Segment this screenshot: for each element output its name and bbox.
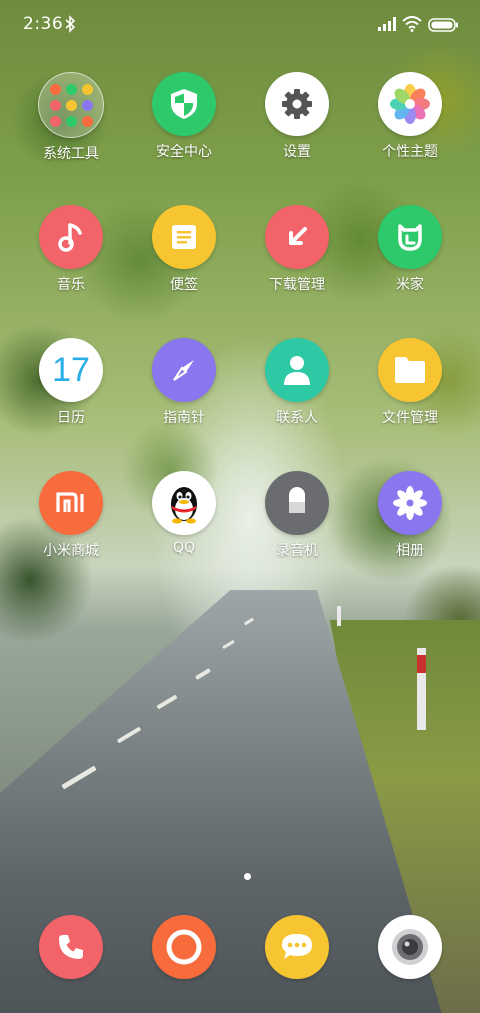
dock-camera[interactable] (378, 915, 442, 979)
app-settings[interactable]: 设置 (241, 72, 353, 161)
browser-ring-icon (166, 929, 202, 965)
roadside-post-small (337, 606, 341, 626)
music-note-icon (39, 205, 103, 269)
notes-icon (152, 205, 216, 269)
app-themes[interactable]: 个性主题 (354, 72, 466, 161)
status-bar: 2:36 (0, 0, 480, 52)
app-mijia[interactable]: 米家 (354, 205, 466, 294)
shield-icon (152, 72, 216, 136)
app-label: 文件管理 (382, 410, 438, 426)
mi-logo-icon (39, 471, 103, 535)
app-label: 录音机 (276, 543, 318, 559)
app-label: 便签 (170, 277, 198, 293)
dock (0, 915, 480, 985)
app-file-manager[interactable]: 文件管理 (354, 338, 466, 427)
bluetooth-icon (65, 15, 76, 33)
app-recorder[interactable]: 录音机 (241, 471, 353, 560)
app-label: 下载管理 (269, 277, 325, 293)
calendar-icon: 17 (39, 338, 103, 402)
app-qq[interactable]: QQ (128, 471, 240, 556)
app-calendar[interactable]: 17 日历 (15, 338, 127, 427)
app-music[interactable]: 音乐 (15, 205, 127, 294)
app-label: 音乐 (57, 277, 85, 293)
app-contacts[interactable]: 联系人 (241, 338, 353, 427)
pinwheel-icon (378, 471, 442, 535)
contact-icon (265, 338, 329, 402)
app-label: 指南针 (163, 410, 205, 426)
wifi-icon (402, 16, 422, 32)
app-security-center[interactable]: 安全中心 (128, 72, 240, 161)
status-time: 2:36 (23, 14, 64, 34)
folder-icon (38, 72, 104, 138)
app-label: 个性主题 (382, 144, 438, 160)
app-notes[interactable]: 便签 (128, 205, 240, 294)
compass-icon (152, 338, 216, 402)
app-mi-store[interactable]: 小米商城 (15, 471, 127, 560)
app-label: 安全中心 (156, 144, 212, 160)
folder-file-icon (378, 338, 442, 402)
signal-icon (378, 17, 396, 31)
dock-browser[interactable] (152, 915, 216, 979)
app-compass[interactable]: 指南针 (128, 338, 240, 427)
page-indicator-dot (244, 873, 251, 880)
battery-icon (428, 18, 458, 32)
app-label: QQ (172, 540, 196, 556)
phone-icon (59, 935, 83, 959)
app-label: 系统工具 (43, 146, 99, 162)
app-label: 米家 (396, 277, 424, 293)
app-downloads[interactable]: 下载管理 (241, 205, 353, 294)
dock-messages[interactable] (265, 915, 329, 979)
roadside-post-band (417, 655, 426, 673)
penguin-icon (152, 471, 216, 535)
app-system-tools[interactable]: 系统工具 (15, 72, 127, 163)
gear-icon (265, 72, 329, 136)
calendar-day: 17 (52, 350, 90, 389)
camera-icon (392, 929, 428, 965)
app-label: 相册 (396, 543, 424, 559)
app-label: 设置 (283, 144, 311, 160)
download-arrow-icon (265, 205, 329, 269)
app-gallery[interactable]: 相册 (354, 471, 466, 560)
app-label: 联系人 (276, 410, 318, 426)
app-label: 日历 (57, 410, 85, 426)
messages-icon (282, 934, 312, 959)
app-label: 小米商城 (43, 543, 99, 559)
dock-phone[interactable] (39, 915, 103, 979)
flower-icon (378, 72, 442, 136)
mijia-icon (378, 205, 442, 269)
microphone-icon (265, 471, 329, 535)
